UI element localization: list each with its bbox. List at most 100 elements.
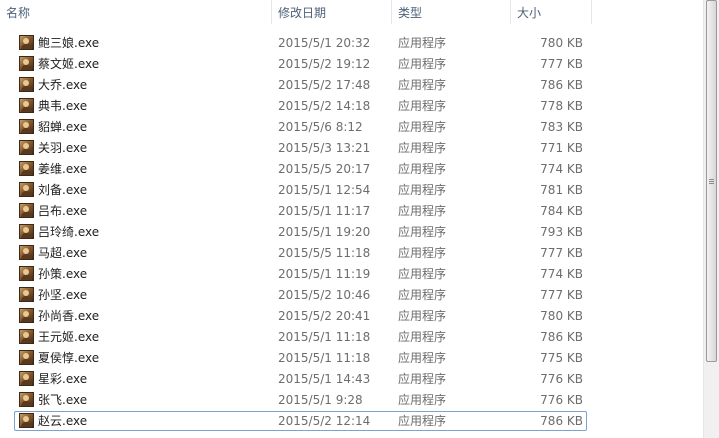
- file-size: 774 KB: [540, 267, 583, 281]
- file-row[interactable]: 大乔.exe 2015/5/2 17:48 应用程序 786 KB: [14, 75, 587, 95]
- file-type: 应用程序: [398, 267, 447, 281]
- file-type: 应用程序: [398, 393, 447, 407]
- file-row[interactable]: 鲍三娘.exe 2015/5/1 20:32 应用程序 780 KB: [14, 33, 587, 53]
- file-size: 778 KB: [540, 99, 583, 113]
- character-portrait-icon: [19, 98, 34, 113]
- character-portrait-icon: [19, 266, 34, 281]
- file-date-modified: 2015/5/1 11:17: [278, 204, 371, 218]
- file-row[interactable]: 王元姬.exe 2015/5/1 11:18 应用程序 786 KB: [14, 327, 587, 347]
- file-name: 关羽.exe: [38, 141, 88, 155]
- character-portrait-icon: [19, 287, 34, 302]
- file-list-view: 名称 ˆ 修改日期 类型 大小 鲍三娘.exe 2015/5/1 20:32 应用程…: [0, 0, 719, 438]
- file-name: 赵云.exe: [38, 414, 88, 428]
- file-row[interactable]: 典韦.exe 2015/5/2 14:18 应用程序 778 KB: [14, 96, 587, 116]
- file-row[interactable]: 夏侯惇.exe 2015/5/1 11:18 应用程序 775 KB: [14, 348, 587, 368]
- file-date-modified: 2015/5/2 17:48: [278, 78, 371, 92]
- file-type: 应用程序: [398, 162, 447, 176]
- character-portrait-icon: [19, 308, 34, 323]
- file-size: 777 KB: [540, 57, 583, 71]
- file-row[interactable]: 星彩.exe 2015/5/1 14:43 应用程序 776 KB: [14, 369, 587, 389]
- file-date-modified: 2015/5/2 10:46: [278, 288, 371, 302]
- file-size: 777 KB: [540, 246, 583, 260]
- file-size: 771 KB: [540, 141, 583, 155]
- file-type: 应用程序: [398, 99, 447, 113]
- file-name: 典韦.exe: [38, 99, 88, 113]
- file-size: 786 KB: [540, 414, 583, 428]
- file-date-modified: 2015/5/1 9:28: [278, 393, 363, 407]
- character-portrait-icon: [19, 329, 34, 344]
- file-row[interactable]: 孙尚香.exe 2015/5/2 20:41 应用程序 780 KB: [14, 306, 587, 326]
- file-date-modified: 2015/5/6 8:12: [278, 120, 363, 134]
- file-row[interactable]: 马超.exe 2015/5/5 11:18 应用程序 777 KB: [14, 243, 587, 263]
- character-portrait-icon: [19, 161, 34, 176]
- vertical-scrollbar[interactable]: [703, 0, 719, 438]
- file-row[interactable]: 关羽.exe 2015/5/3 13:21 应用程序 771 KB: [14, 138, 587, 158]
- file-row[interactable]: 吕布.exe 2015/5/1 11:17 应用程序 784 KB: [14, 201, 587, 221]
- character-portrait-icon: [19, 245, 34, 260]
- file-type: 应用程序: [398, 78, 447, 92]
- file-name: 大乔.exe: [38, 78, 88, 92]
- file-size: 783 KB: [540, 120, 583, 134]
- scrollbar-grip-line: [709, 179, 714, 180]
- file-date-modified: 2015/5/2 14:18: [278, 99, 371, 113]
- file-row[interactable]: 刘备.exe 2015/5/1 12:54 应用程序 781 KB: [14, 180, 587, 200]
- file-name: 星彩.exe: [38, 372, 88, 386]
- file-date-modified: 2015/5/1 12:54: [278, 183, 371, 197]
- file-size: 774 KB: [540, 162, 583, 176]
- character-portrait-icon: [19, 371, 34, 386]
- file-date-modified: 2015/5/2 12:14: [278, 414, 371, 428]
- character-portrait-icon: [19, 140, 34, 155]
- character-portrait-icon: [19, 119, 34, 134]
- file-row[interactable]: 赵云.exe 2015/5/2 12:14 应用程序 786 KB: [14, 411, 587, 431]
- character-portrait-icon: [19, 350, 34, 365]
- character-portrait-icon: [19, 35, 34, 50]
- file-name: 刘备.exe: [38, 183, 88, 197]
- file-name: 蔡文姬.exe: [38, 57, 100, 71]
- file-size: 776 KB: [540, 393, 583, 407]
- file-date-modified: 2015/5/1 11:18: [278, 330, 371, 344]
- character-portrait-icon: [19, 203, 34, 218]
- file-name: 王元姬.exe: [38, 330, 100, 344]
- file-size: 793 KB: [540, 225, 583, 239]
- file-date-modified: 2015/5/1 11:18: [278, 351, 371, 365]
- file-type: 应用程序: [398, 351, 447, 365]
- file-type: 应用程序: [398, 141, 447, 155]
- file-row[interactable]: 孙坚.exe 2015/5/2 10:46 应用程序 777 KB: [14, 285, 587, 305]
- file-name: 马超.exe: [38, 246, 88, 260]
- file-type: 应用程序: [398, 330, 447, 344]
- file-type: 应用程序: [398, 57, 447, 71]
- character-portrait-icon: [19, 413, 34, 428]
- file-name: 姜维.exe: [38, 162, 88, 176]
- file-type: 应用程序: [398, 246, 447, 260]
- file-row[interactable]: 姜维.exe 2015/5/5 20:17 应用程序 774 KB: [14, 159, 587, 179]
- file-row[interactable]: 吕玲绮.exe 2015/5/1 19:20 应用程序 793 KB: [14, 222, 587, 242]
- file-row[interactable]: 蔡文姬.exe 2015/5/2 19:12 应用程序 777 KB: [14, 54, 587, 74]
- file-date-modified: 2015/5/2 19:12: [278, 57, 371, 71]
- file-type: 应用程序: [398, 36, 447, 50]
- file-type: 应用程序: [398, 183, 447, 197]
- file-row[interactable]: 孙策.exe 2015/5/1 11:19 应用程序 774 KB: [14, 264, 587, 284]
- file-date-modified: 2015/5/5 11:18: [278, 246, 371, 260]
- scrollbar-thumb[interactable]: [706, 0, 717, 362]
- file-date-modified: 2015/5/1 11:19: [278, 267, 371, 281]
- file-size: 780 KB: [540, 309, 583, 323]
- scrollbar-grip-line: [709, 181, 714, 182]
- file-size: 786 KB: [540, 78, 583, 92]
- file-type: 应用程序: [398, 309, 447, 323]
- file-row[interactable]: 张飞.exe 2015/5/1 9:28 应用程序 776 KB: [14, 390, 587, 410]
- file-type: 应用程序: [398, 288, 447, 302]
- file-name: 张飞.exe: [38, 393, 88, 407]
- file-date-modified: 2015/5/3 13:21: [278, 141, 371, 155]
- file-rows: 鲍三娘.exe 2015/5/1 20:32 应用程序 780 KB 蔡文姬.exe 20…: [0, 0, 703, 438]
- file-name: 夏侯惇.exe: [38, 351, 100, 365]
- file-row[interactable]: 貂蝉.exe 2015/5/6 8:12 应用程序 783 KB: [14, 117, 587, 137]
- file-size: 775 KB: [540, 351, 583, 365]
- file-type: 应用程序: [398, 372, 447, 386]
- file-date-modified: 2015/5/1 19:20: [278, 225, 371, 239]
- file-type: 应用程序: [398, 120, 447, 134]
- file-size: 780 KB: [540, 36, 583, 50]
- file-size: 786 KB: [540, 330, 583, 344]
- file-name: 吕玲绮.exe: [38, 225, 100, 239]
- file-size: 784 KB: [540, 204, 583, 218]
- character-portrait-icon: [19, 392, 34, 407]
